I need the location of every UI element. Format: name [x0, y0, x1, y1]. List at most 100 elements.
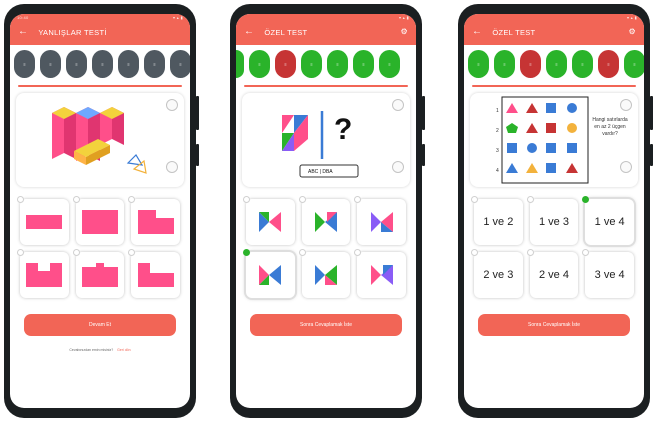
answer-option-selected[interactable]: 1 ve 4 [582, 196, 634, 245]
continue-button[interactable]: Devam Et [24, 314, 176, 336]
question-pill[interactable]: ≡ [249, 50, 270, 78]
volume-button [650, 96, 653, 130]
back-arrow-icon[interactable]: ← [244, 27, 254, 37]
question-pill[interactable]: ≡ [144, 50, 165, 78]
question-pill[interactable]: ≡ [327, 50, 348, 78]
question-mark: ? [334, 113, 353, 146]
answer-option[interactable]: 1 ve 3 [526, 196, 579, 245]
zoom-icon[interactable] [166, 99, 178, 111]
question-pill[interactable]: ≡ [275, 50, 296, 78]
rotate-icon[interactable] [620, 161, 632, 173]
answer-option[interactable] [354, 196, 406, 245]
rotate-icon[interactable] [166, 161, 178, 173]
answer-option[interactable]: 1 ve 2 [471, 196, 523, 245]
answer-option[interactable] [243, 196, 295, 245]
question-pill[interactable]: ≡ [66, 50, 87, 78]
option-radio [72, 196, 80, 203]
question-pill[interactable]: ≡ [624, 50, 644, 78]
question-pill[interactable]: ≡ [520, 50, 541, 78]
option-radio [298, 249, 306, 256]
answer-option[interactable]: 3 ve 4 [582, 249, 634, 298]
shape-image [137, 263, 174, 287]
volume-button [422, 96, 425, 130]
back-arrow-icon[interactable]: ← [18, 27, 28, 37]
rotate-icon[interactable] [392, 161, 404, 173]
divider [244, 85, 408, 87]
answer-later-button[interactable]: Sonra Cevaplamak İste [478, 314, 630, 336]
option-radio [582, 249, 590, 256]
option-radio [128, 249, 136, 256]
shape-image [314, 212, 337, 232]
phone-1: 10:40 ▾ ▴ ▮ ← YANLIŞLAR TESTİ ≡ ≡ ≡ ≡ ≡ … [4, 4, 199, 418]
question-pill[interactable]: ≡ [92, 50, 113, 78]
question-pill[interactable]: ≡ [598, 50, 619, 78]
caption-label: ABC | DBA [308, 169, 333, 175]
question-pill[interactable]: ≡ [494, 50, 515, 78]
question-pill[interactable]: ≡ [546, 50, 567, 78]
answer-option[interactable] [354, 249, 406, 298]
answer-option[interactable]: 2 ve 3 [471, 249, 523, 298]
question-pill[interactable] [236, 50, 244, 78]
option-radio [526, 196, 534, 203]
shape-image [370, 265, 393, 285]
answer-option[interactable] [72, 196, 125, 245]
phone-3-screen: ▾ ▴ ▮ ← ÖZEL TEST ⚙ ≡ ≡ ≡ ≡ ≡ ≡ ≡ 1 2 3 … [464, 14, 644, 408]
back-arrow-icon[interactable]: ← [472, 27, 482, 37]
question-pill[interactable]: ≡ [118, 50, 139, 78]
zoom-icon[interactable] [620, 99, 632, 111]
question-pill[interactable]: ≡ [572, 50, 593, 78]
row-number: 2 [496, 128, 499, 134]
question-pill[interactable]: ≡ [353, 50, 374, 78]
answer-options [17, 196, 180, 298]
shape-image [137, 210, 174, 234]
divider [472, 85, 636, 87]
shape-image [26, 215, 63, 229]
option-radio [471, 196, 478, 203]
footer-note: Cevabınızdan emin misiniz? Geri dön [10, 348, 190, 352]
zoom-icon[interactable] [392, 99, 404, 111]
question-pill[interactable]: ≡ [170, 50, 190, 78]
answer-option[interactable] [128, 196, 180, 245]
option-radio [298, 196, 306, 203]
answer-options: 1 ve 2 1 ve 3 1 ve 4 2 ve 3 2 ve 4 3 ve … [471, 196, 634, 298]
answer-option[interactable] [17, 249, 69, 298]
volume-button [196, 96, 199, 130]
question-pill[interactable]: ≡ [301, 50, 322, 78]
question-pill[interactable]: ≡ [468, 50, 489, 78]
answer-option[interactable] [298, 249, 351, 298]
settings-icon[interactable]: ⚙ [401, 27, 408, 36]
question-card [16, 93, 184, 187]
question-pill[interactable]: ≡ [14, 50, 35, 78]
status-icons: ▾ ▴ ▮ [627, 15, 637, 20]
row-number: 4 [496, 168, 499, 174]
option-label: 1 ve 4 [594, 216, 625, 228]
shape-image [370, 212, 393, 232]
answer-option[interactable]: 2 ve 4 [526, 249, 579, 298]
answer-option[interactable] [17, 196, 69, 245]
option-radio [17, 249, 24, 256]
answer-option[interactable] [72, 249, 125, 298]
shape-image [26, 263, 63, 287]
option-radio [354, 249, 362, 256]
status-bar: ▾ ▴ ▮ [471, 15, 637, 21]
shape-image [259, 265, 282, 285]
phone-1-screen: 10:40 ▾ ▴ ▮ ← YANLIŞLAR TESTİ ≡ ≡ ≡ ≡ ≡ … [10, 14, 190, 408]
row-number: 1 [496, 108, 499, 114]
question-pill[interactable]: ≡ [379, 50, 400, 78]
option-radio [128, 196, 136, 203]
status-bar: ▾ ▴ ▮ [243, 15, 409, 21]
question-card: ? ABC | DBA [242, 93, 410, 187]
answer-option[interactable] [128, 249, 180, 298]
question-pill[interactable]: ≡ [40, 50, 61, 78]
status-time: 10:40 [17, 15, 29, 20]
answer-option[interactable] [298, 196, 351, 245]
option-label: 1 ve 2 [483, 216, 514, 228]
answer-option-selected[interactable] [243, 249, 295, 298]
settings-icon[interactable]: ⚙ [629, 27, 636, 36]
option-label: 2 ve 4 [539, 269, 569, 281]
app-header: 10:40 ▾ ▴ ▮ ← YANLIŞLAR TESTİ [10, 14, 190, 45]
footer-link[interactable]: Geri dön [117, 348, 130, 352]
option-label: 2 ve 3 [483, 269, 514, 281]
answer-later-button[interactable]: Sonra Cevaplamak İste [250, 314, 402, 336]
option-check [582, 196, 590, 203]
